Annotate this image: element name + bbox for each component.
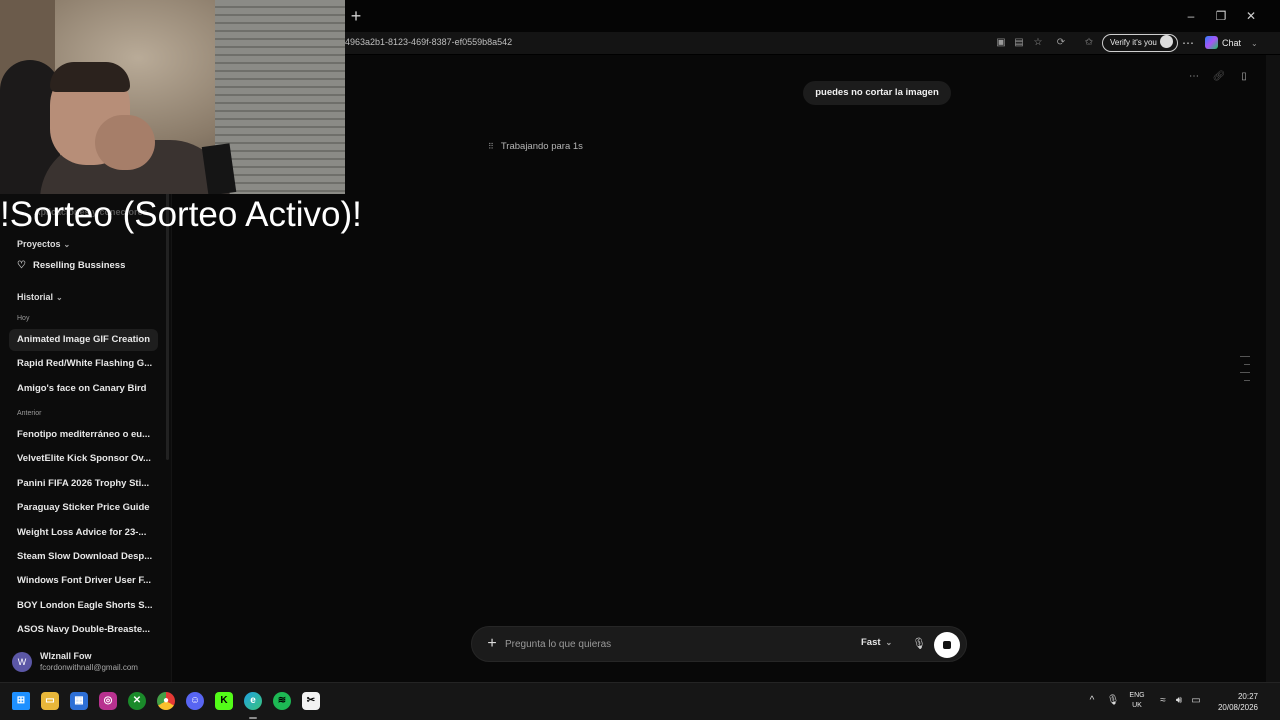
user-message-bubble: puedes no cortar la imagen xyxy=(803,81,951,105)
conversation-marker[interactable] xyxy=(1240,372,1250,373)
copilot-icon xyxy=(1205,36,1218,50)
history-label: Historial xyxy=(17,292,54,302)
working-status-text: Trabajando para 1s xyxy=(500,141,583,152)
chat-history-item[interactable]: Animated Image GIF Creation xyxy=(9,329,158,351)
group-label-today: Hoy xyxy=(17,315,30,322)
sidebar-item-project[interactable]: ♡ Reselling Bussiness xyxy=(17,259,125,273)
user-email: fcordonwithnall@gmail.com xyxy=(40,663,138,672)
file-explorer-icon[interactable]: ▭ xyxy=(41,692,59,710)
chat-history-item[interactable]: Rapid Red/White Flashing G... xyxy=(9,353,158,375)
clock-time: 20:27 xyxy=(1237,692,1258,701)
webcam-person-hand xyxy=(95,115,155,170)
microsoft-store-icon[interactable]: ▦ xyxy=(70,692,88,710)
screen: + – ❐ ✕ 4963a2b1-8123-469f-8387-ef0559b8… xyxy=(0,0,1280,720)
stream-overlay-title: Aplicaciones y conectores !Sorteo (Sorte… xyxy=(0,194,362,236)
conversation-marker[interactable] xyxy=(1240,356,1250,357)
spotify-icon[interactable]: ≋ xyxy=(273,692,291,710)
wifi-icon[interactable]: ≈ xyxy=(1156,693,1170,709)
close-window-button[interactable]: ✕ xyxy=(1241,8,1261,24)
favorite-icon[interactable]: ☆ xyxy=(1031,36,1045,50)
chat-label: Chat xyxy=(1222,38,1242,48)
language-indicator[interactable]: ENG UK xyxy=(1125,691,1149,711)
prompt-input[interactable] xyxy=(505,635,825,653)
group-label-previous: Anterior xyxy=(17,410,42,417)
restore-button[interactable]: ❐ xyxy=(1211,8,1231,24)
taskbar: ⊞ ▭ ▦ ◎ ✕ ● ☺ K e ≋ ✂ ^ 🎙︎ ENG UK ≈ 🔊︎ ▭… xyxy=(0,682,1280,720)
chevron-down-icon: ⌄ xyxy=(63,240,71,249)
projects-header[interactable]: Proyectos ⌄ xyxy=(17,239,70,249)
user-name: Wlznall Fow xyxy=(40,651,92,661)
address-bar: 4963a2b1-8123-469f-8387-ef0559b8a542 ▣ ▤… xyxy=(345,32,1280,54)
new-tab-button[interactable]: + xyxy=(347,7,365,25)
chat-history-item[interactable]: Steam Slow Download Desp... xyxy=(9,546,158,568)
clock[interactable]: 20:27 20/08/2026 xyxy=(1208,691,1258,713)
chat-history-item[interactable]: ASOS Navy Double-Breaste... xyxy=(9,619,158,641)
language-line-2: UK xyxy=(1132,702,1142,709)
working-status: ⠿ Trabajando para 1s xyxy=(488,141,583,152)
language-line-1: ENG xyxy=(1129,692,1145,699)
model-mode-selector[interactable]: Fast ⌄ xyxy=(861,637,892,648)
discord-icon[interactable]: ☺ xyxy=(186,692,204,710)
url-text[interactable]: 4963a2b1-8123-469f-8387-ef0559b8a542 xyxy=(345,37,512,47)
conversation-marker[interactable] xyxy=(1244,380,1250,381)
copilot-chat-button[interactable]: Chat ⌄ xyxy=(1205,35,1258,52)
edge-icon[interactable]: e xyxy=(244,692,262,710)
capcut-icon[interactable]: ✂ xyxy=(302,692,320,710)
chrome-icon[interactable]: ● xyxy=(157,692,175,710)
battery-icon[interactable]: ▭ xyxy=(1189,693,1203,709)
composer: + Fast ⌄ 🎙︎ xyxy=(471,626,967,662)
history-header[interactable]: Historial ⌄ xyxy=(17,292,63,302)
share-link-icon[interactable]: 🔗︎ xyxy=(1212,70,1226,84)
xbox-icon[interactable]: ✕ xyxy=(128,692,146,710)
chat-history-item[interactable]: Amigo's face on Canary Bird xyxy=(9,378,158,400)
active-app-indicator xyxy=(249,717,257,719)
instagram-icon[interactable]: ◎ xyxy=(99,692,117,710)
chat-history-item[interactable]: Windows Font Driver User F... xyxy=(9,570,158,592)
user-profile[interactable]: W Wlznall Fow fcordonwithnall@gmail.com xyxy=(10,648,170,678)
tray-overflow-icon[interactable]: ^ xyxy=(1085,693,1099,709)
app-icon[interactable]: ▣ xyxy=(994,36,1008,50)
avatar: W xyxy=(12,652,32,672)
chat-history-item[interactable]: Weight Loss Advice for 23-... xyxy=(9,522,158,544)
windows-start-icon[interactable]: ⊞ xyxy=(12,692,30,710)
chat-history-item[interactable]: BOY London Eagle Shorts S... xyxy=(9,595,158,617)
profile-avatar-icon xyxy=(1159,35,1173,49)
webcam-blinds xyxy=(215,0,345,194)
stream-overlay-title-text: !Sorteo (Sorteo Activo)! xyxy=(0,195,362,234)
webcam-overlay xyxy=(0,0,345,194)
more-icon[interactable]: ⋯ xyxy=(1181,36,1195,50)
chat-history-item[interactable]: Paraguay Sticker Price Guide xyxy=(9,497,158,519)
volume-icon[interactable]: 🔊︎ xyxy=(1172,693,1186,709)
chat-history-item[interactable]: VelvetElite Kick Sponsor Ov... xyxy=(9,448,158,470)
verify-profile-button[interactable]: Verify it's you xyxy=(1102,34,1178,52)
attach-button[interactable]: + xyxy=(484,635,500,653)
chat-history-item[interactable]: Fenotipo mediterráneo o eu... xyxy=(9,424,158,446)
webcam-person-hair xyxy=(50,62,130,92)
chevron-down-icon: ⌄ xyxy=(56,293,63,302)
chevron-down-icon: ⌄ xyxy=(885,638,893,647)
more-options-icon[interactable]: ⋯ xyxy=(1187,70,1201,84)
clock-date: 20/08/2026 xyxy=(1217,703,1258,712)
favorites-bar-icon[interactable]: ✩ xyxy=(1082,36,1096,50)
stop-generation-button[interactable] xyxy=(934,632,960,658)
minimize-button[interactable]: – xyxy=(1181,8,1201,24)
microphone-icon[interactable]: 🎙︎ xyxy=(912,636,926,652)
chevron-down-icon: ⌄ xyxy=(1251,39,1258,48)
verify-label: Verify it's you xyxy=(1110,38,1157,47)
page-scrollbar[interactable] xyxy=(1266,55,1280,682)
microphone-tray-icon[interactable]: 🎙︎ xyxy=(1106,693,1120,709)
mode-label: Fast xyxy=(861,637,881,648)
kick-icon[interactable]: K xyxy=(215,692,233,710)
projects-label: Proyectos xyxy=(17,239,61,249)
panel-toggle-icon[interactable]: ▯ xyxy=(1237,70,1251,84)
heart-icon: ♡ xyxy=(17,260,26,271)
conversation-marker[interactable] xyxy=(1244,364,1250,365)
extensions-icon[interactable]: ⟳ xyxy=(1054,36,1068,50)
chat-history-item[interactable]: Panini FIFA 2026 Trophy Sti... xyxy=(9,473,158,495)
project-label: Reselling Bussiness xyxy=(32,260,126,271)
thinking-icon: ⠿ xyxy=(488,142,494,151)
reading-icon[interactable]: ▤ xyxy=(1012,36,1026,50)
